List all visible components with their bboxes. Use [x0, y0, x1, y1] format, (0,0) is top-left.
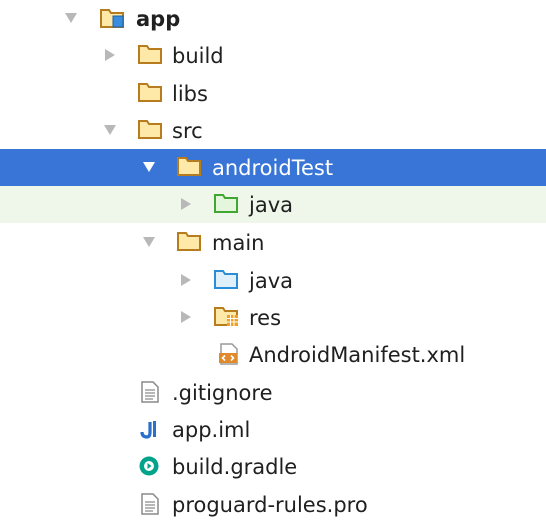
gradle-file-icon	[138, 455, 162, 477]
folder-icon	[177, 231, 201, 253]
project-tree: app build libs src androidTest java main…	[0, 0, 546, 521]
tree-row-build[interactable]: build	[0, 37, 546, 74]
tree-label-build-gradle: build.gradle	[172, 455, 298, 479]
tree-row-main-java[interactable]: java	[0, 262, 546, 299]
tree-label-libs: libs	[172, 82, 208, 106]
resource-folder-icon	[214, 306, 238, 328]
iml-file-icon	[138, 418, 162, 440]
tree-label-build: build	[172, 44, 224, 68]
tree-row-androidtest[interactable]: androidTest	[0, 149, 546, 186]
tree-label-main: main	[212, 231, 265, 255]
collapsed-arrow-icon[interactable]	[177, 271, 195, 289]
tree-label-app: app	[136, 7, 181, 31]
source-folder-icon	[214, 269, 238, 291]
text-file-icon	[140, 493, 164, 515]
expanded-arrow-icon[interactable]	[140, 233, 158, 251]
folder-icon	[138, 119, 162, 141]
tree-label-gitignore: .gitignore	[172, 381, 273, 405]
folder-icon	[177, 156, 201, 178]
tree-label-androidtest: androidTest	[212, 156, 334, 180]
tree-row-app-iml[interactable]: app.iml	[0, 411, 546, 448]
tree-label-res: res	[249, 306, 282, 330]
collapsed-arrow-icon[interactable]	[101, 46, 119, 64]
text-file-icon	[140, 381, 164, 403]
tree-label-androidtest-java: java	[249, 193, 293, 217]
expanded-arrow-icon[interactable]	[140, 158, 158, 176]
folder-icon	[138, 44, 162, 66]
xml-file-icon	[218, 343, 242, 365]
folder-icon	[138, 82, 162, 104]
expanded-arrow-icon[interactable]	[62, 9, 80, 27]
collapsed-arrow-icon[interactable]	[177, 308, 195, 326]
test-source-folder-icon	[214, 193, 238, 215]
tree-label-main-java: java	[249, 269, 293, 293]
tree-row-gitignore[interactable]: .gitignore	[0, 374, 546, 411]
collapsed-arrow-icon[interactable]	[177, 195, 195, 213]
module-folder-icon	[100, 7, 124, 29]
tree-row-androidtest-java[interactable]: java	[0, 186, 546, 223]
tree-row-src[interactable]: src	[0, 112, 546, 149]
tree-row-proguard[interactable]: proguard-rules.pro	[0, 486, 546, 523]
tree-label-src: src	[172, 119, 203, 143]
tree-label-app-iml: app.iml	[172, 418, 251, 442]
tree-label-manifest: AndroidManifest.xml	[249, 343, 466, 367]
expanded-arrow-icon[interactable]	[101, 121, 119, 139]
tree-row-main[interactable]: main	[0, 224, 546, 261]
tree-row-manifest[interactable]: AndroidManifest.xml	[0, 336, 546, 373]
tree-label-proguard: proguard-rules.pro	[172, 493, 368, 517]
tree-row-app[interactable]: app	[0, 0, 546, 37]
tree-row-build-gradle[interactable]: build.gradle	[0, 448, 546, 485]
tree-row-res[interactable]: res	[0, 299, 546, 336]
tree-row-libs[interactable]: libs	[0, 75, 546, 112]
